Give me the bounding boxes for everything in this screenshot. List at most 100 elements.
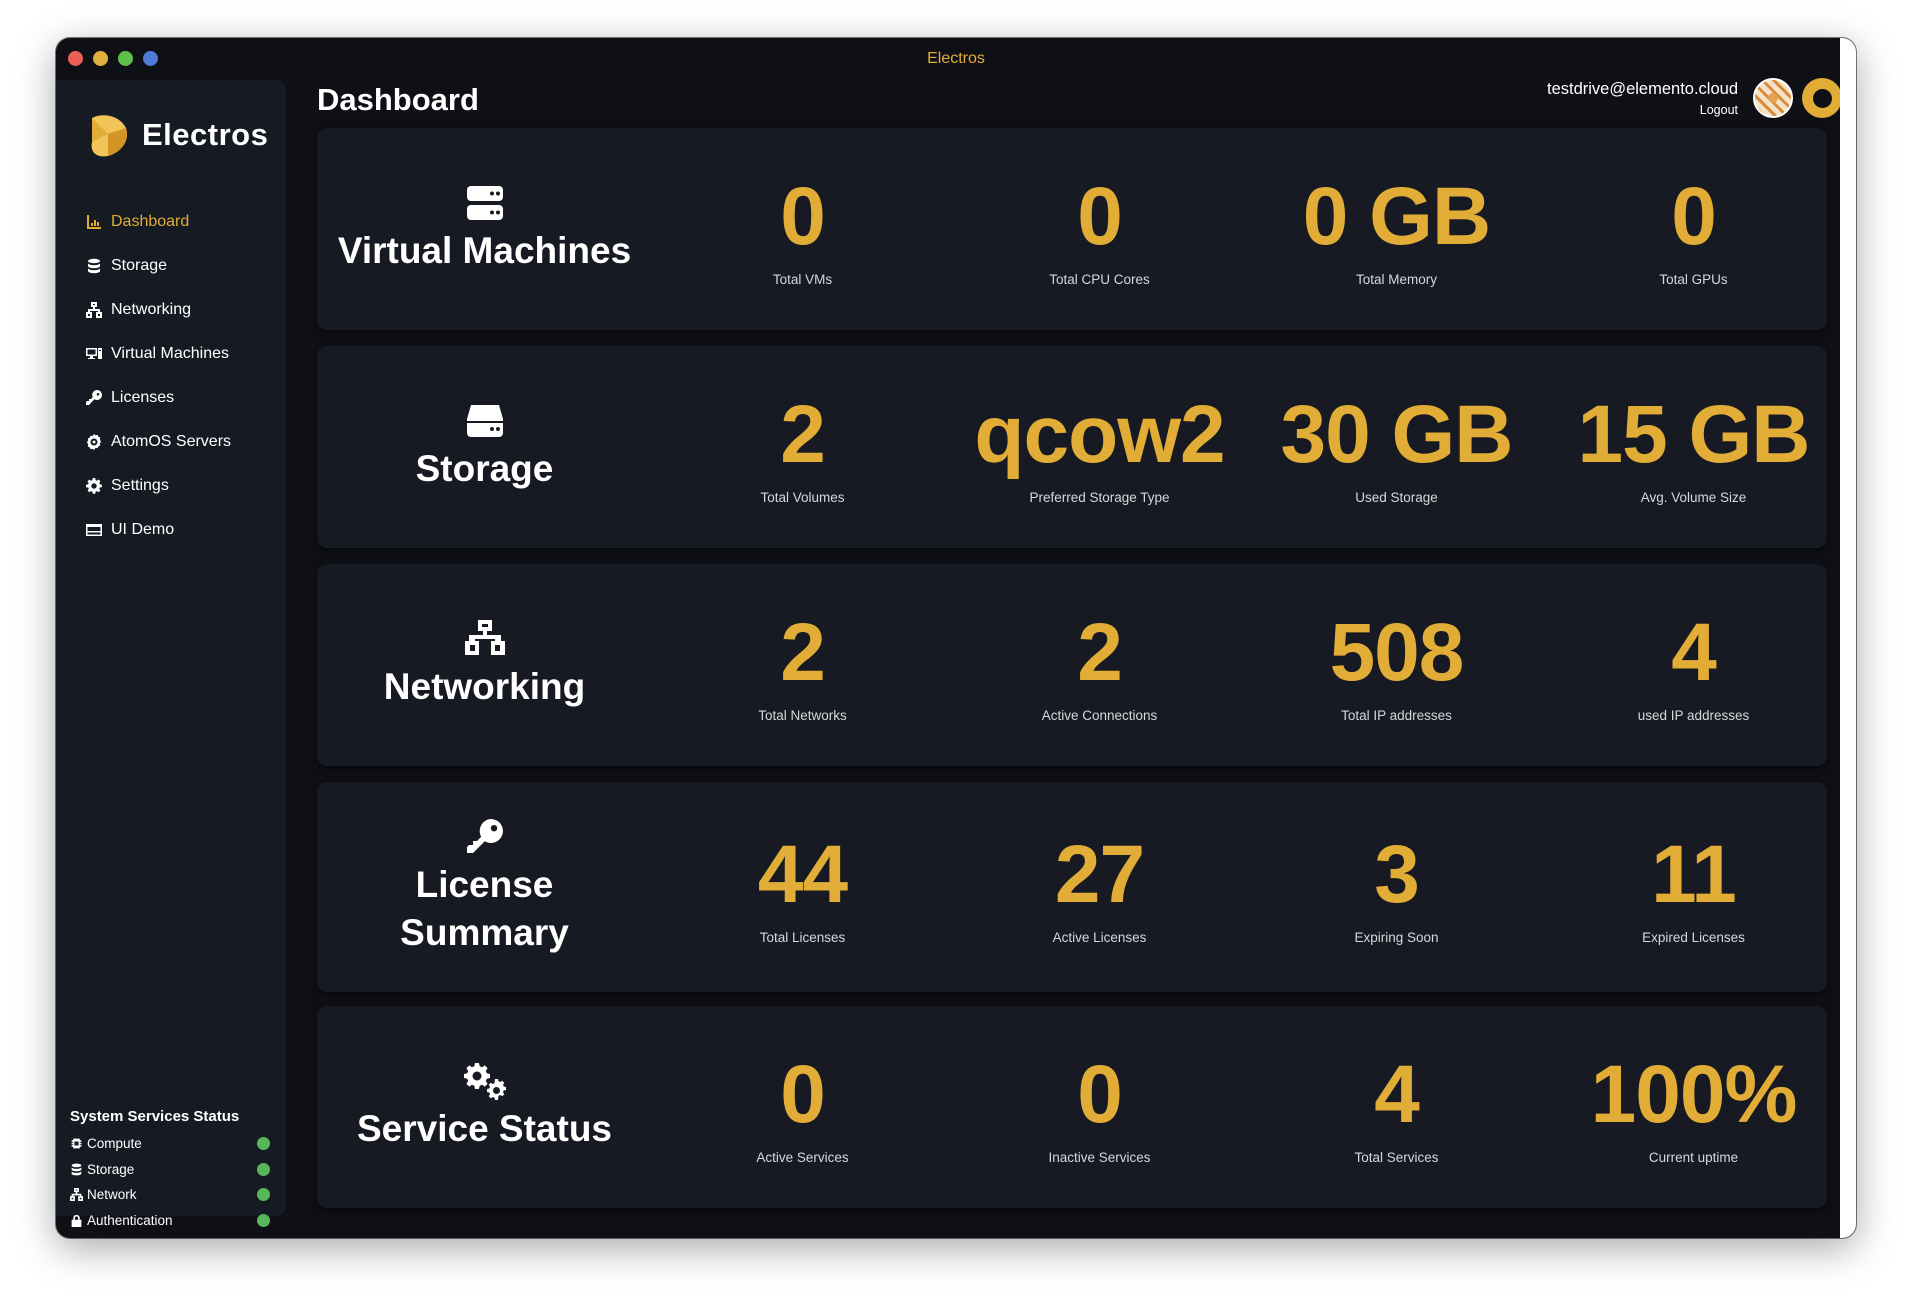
stat-label: Active Connections (1041, 707, 1158, 723)
stat-label: Preferred Storage Type (1029, 489, 1170, 505)
gears-icon (463, 1063, 506, 1100)
electros-logo-icon (91, 115, 128, 157)
stat-expiring-soon: 3 Expiring Soon (1248, 782, 1545, 992)
avatar[interactable] (1753, 78, 1793, 118)
stat-value: 0 (1671, 170, 1717, 262)
network-icon (70, 1188, 83, 1202)
sidebar-item-atomos-servers[interactable]: AtomOS Servers (86, 420, 231, 464)
minimize-window-button[interactable] (93, 51, 108, 66)
sidebar-item-ui-demo[interactable]: UI Demo (86, 508, 231, 552)
stat-label: Total IP addresses (1341, 707, 1452, 723)
sidebar-item-label: Storage (111, 257, 168, 274)
service-row-authentication: Authentication (70, 1208, 270, 1234)
stat-used-storage: 30 GB Used Storage (1248, 346, 1545, 548)
stat-label: Total Networks (758, 707, 847, 723)
stat-label: Total Memory (1355, 271, 1438, 287)
service-row-compute: Compute (70, 1131, 270, 1157)
stat-total-licenses: 44 Total Licenses (654, 782, 951, 992)
service-label: Network (87, 1187, 137, 1203)
service-label: Compute (87, 1136, 142, 1152)
stat-label: Active Licenses (1052, 929, 1147, 945)
sidebar-item-label: Networking (111, 301, 192, 318)
card-header: Networking (317, 564, 652, 766)
stat-label: Total Services (1354, 1149, 1439, 1165)
stat-label: Total GPUs (1659, 271, 1728, 287)
card-storage: Storage 2 Total Volumes qcow2 Preferred St… (317, 346, 1827, 548)
server-icon (466, 186, 503, 220)
sidebar-item-label: AtomOS Servers (111, 433, 232, 450)
stat-value: 27 (1054, 828, 1145, 920)
brand-name: Electros (142, 117, 269, 152)
sidebar-item-dashboard[interactable]: Dashboard (86, 200, 231, 244)
database-icon (88, 258, 100, 274)
close-window-button[interactable] (68, 51, 83, 66)
card-header: License Summary (317, 782, 652, 992)
stat-value: 0 (780, 1048, 826, 1140)
card-license-summary: License Summary 44 Total Licenses 27 Activ… (317, 782, 1827, 992)
key-icon (466, 819, 503, 853)
gear-icon (86, 478, 102, 494)
card-header: Service Status (317, 1006, 652, 1208)
stat-total-ip-addresses: 508 Total IP addresses (1248, 564, 1545, 766)
atom-icon (87, 434, 101, 450)
moon-icon (1812, 88, 1832, 108)
user-info: testdrive@elemento.cloud Logout (1547, 80, 1738, 117)
extra-window-button[interactable] (143, 51, 158, 66)
stat-value: 15 GB (1577, 388, 1811, 480)
card-virtual-machines: Virtual Machines 0 Total VMs 0 Total CPU C… (317, 128, 1827, 330)
window-title: Electros (927, 50, 985, 67)
status-indicator (257, 1137, 270, 1151)
title-bar: Electros (56, 38, 1856, 80)
stat-value: 0 (780, 170, 826, 262)
stat-active-licenses: 27 Active Licenses (951, 782, 1248, 992)
sidebar-item-settings[interactable]: Settings (86, 464, 231, 508)
sidebar-item-label: Virtual Machines (111, 345, 229, 362)
sidebar-item-label: Settings (111, 477, 169, 494)
stat-value: 11 (1651, 828, 1737, 920)
sidebar-item-virtual-machines[interactable]: Virtual Machines (86, 332, 231, 376)
status-indicator (257, 1188, 270, 1202)
stat-label: Inactive Services (1048, 1149, 1151, 1165)
lock-icon (71, 1214, 82, 1228)
stat-value: 3 (1374, 828, 1420, 920)
stat-label: Total Volumes (760, 489, 845, 505)
logout-link[interactable]: Logout (1547, 103, 1738, 117)
card-title: Virtual Machines (337, 230, 632, 271)
services-title: System Services Status (70, 1108, 240, 1125)
system-services-status: System Services Status Compute Storage N… (70, 1108, 270, 1233)
sidebar: Electros Dashboard Storage Networking Vi… (56, 80, 286, 1228)
window-controls (68, 51, 158, 66)
network-icon (86, 302, 102, 318)
service-label: Storage (87, 1161, 135, 1177)
card-title: Storage (415, 448, 554, 489)
sidebar-item-licenses[interactable]: Licenses (86, 376, 231, 420)
stat-total-gpus: 0 Total GPUs (1545, 128, 1842, 330)
app-window: Electros Electros Dashboard Storage Netw… (56, 38, 1856, 1238)
desktop-icon (86, 348, 102, 359)
stat-value: 508 (1329, 606, 1465, 698)
theme-toggle-button[interactable] (1802, 78, 1842, 118)
service-row-network: Network (70, 1182, 270, 1208)
sidebar-item-networking[interactable]: Networking (86, 288, 231, 332)
stat-label: Total Licenses (759, 929, 846, 945)
hard-drive-icon (466, 405, 503, 437)
card-title: Networking (383, 666, 586, 707)
sidebar-item-label: UI Demo (111, 521, 175, 538)
stat-label: Expiring Soon (1354, 929, 1439, 945)
brand[interactable]: Electros (86, 112, 268, 158)
zoom-window-button[interactable] (118, 51, 133, 66)
stat-value: 0 (1077, 170, 1123, 262)
scrollbar[interactable] (1840, 38, 1856, 1238)
service-row-storage: Storage (70, 1157, 270, 1183)
card-service-status: Service Status 0 Active Services 0 Inactiv… (317, 1006, 1827, 1208)
stat-value: 2 (780, 388, 826, 480)
sidebar-item-storage[interactable]: Storage (86, 244, 231, 288)
stat-current-uptime: 100% Current uptime (1545, 1006, 1842, 1208)
chart-icon (87, 215, 101, 229)
stat-total-cpu-cores: 0 Total CPU Cores (951, 128, 1248, 330)
stat-value: 44 (757, 828, 848, 920)
card-networking: Networking 2 Total Networks 2 Active Conne… (317, 564, 1827, 766)
stat-active-services: 0 Active Services (654, 1006, 951, 1208)
card-header: Virtual Machines (317, 128, 652, 330)
sidebar-item-label: Licenses (111, 389, 175, 406)
